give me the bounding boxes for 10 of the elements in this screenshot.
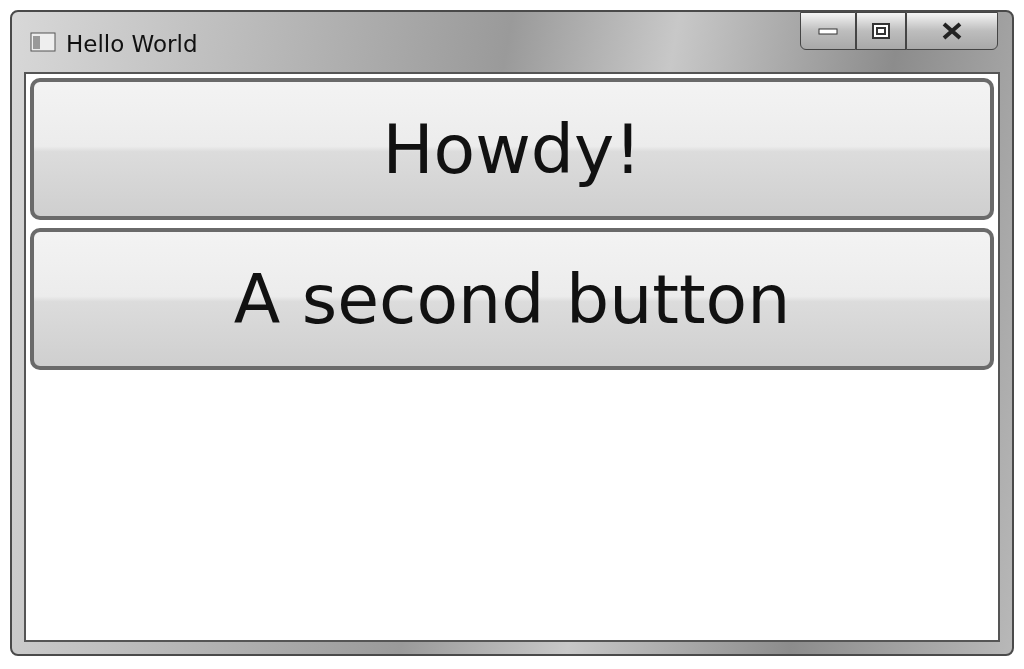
maximize-button[interactable]: [856, 12, 906, 50]
window-icon: [30, 32, 56, 52]
close-icon: [941, 22, 963, 40]
push-button[interactable]: Howdy!: [30, 78, 994, 220]
minimize-button[interactable]: [800, 12, 856, 50]
push-button[interactable]: A second button: [30, 228, 994, 370]
maximize-icon: [871, 22, 891, 40]
window-title: Hello World: [66, 31, 198, 57]
minimize-icon: [818, 27, 838, 35]
close-button[interactable]: [906, 12, 998, 50]
